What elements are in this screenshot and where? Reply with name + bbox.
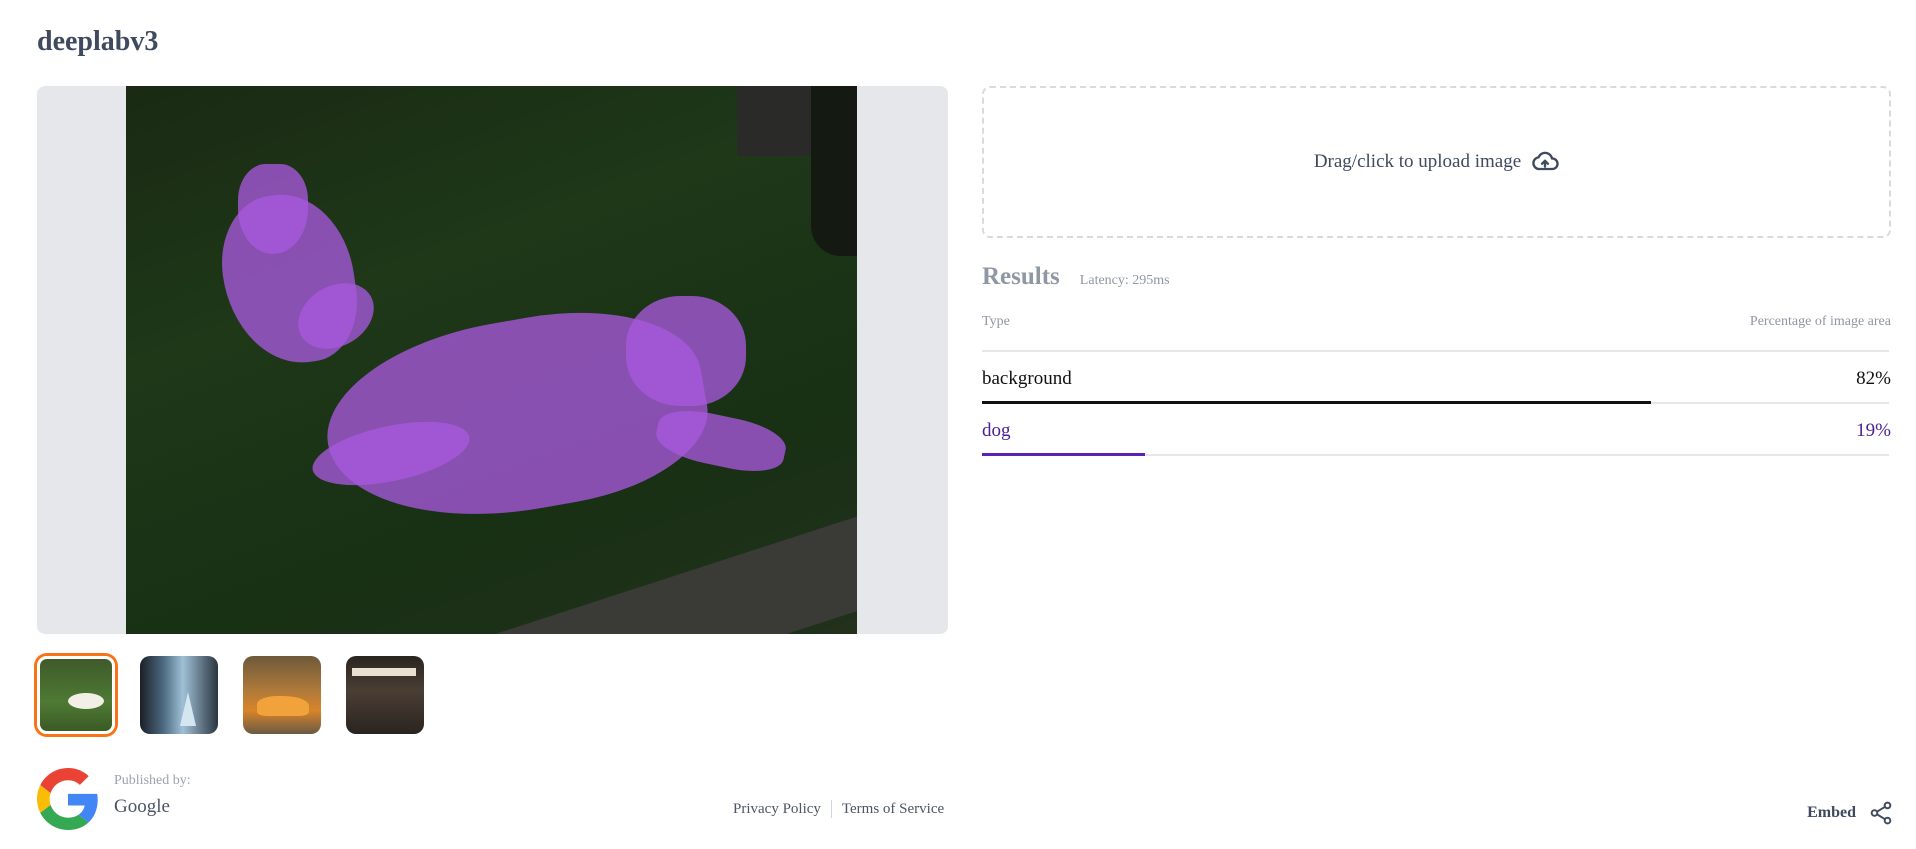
- thumbnail-dogs[interactable]: [37, 656, 115, 734]
- thumbnail-boats[interactable]: [140, 656, 218, 734]
- sample-thumbnails: [37, 656, 424, 734]
- link-divider: [830, 800, 832, 818]
- thumbnail-restaurant[interactable]: [346, 656, 424, 734]
- result-row: dog 19%: [982, 404, 1891, 456]
- segmentation-image: [126, 86, 857, 634]
- result-bar-fill: [982, 453, 1145, 456]
- result-image-panel: [37, 86, 948, 634]
- column-header-percentage: Percentage of image area: [1749, 314, 1891, 329]
- publisher-name: Google: [114, 796, 170, 817]
- footer-links: Privacy Policy Terms of Service: [733, 800, 944, 818]
- dog-mask: [238, 164, 308, 254]
- page-title: deeplabv3: [37, 26, 159, 57]
- terms-of-service-link[interactable]: Terms of Service: [842, 801, 944, 818]
- result-type: background: [982, 368, 1072, 389]
- result-percentage: 19%: [1856, 420, 1891, 441]
- embed-label: Embed: [1807, 804, 1856, 821]
- thumbnail-car[interactable]: [243, 656, 321, 734]
- privacy-policy-link[interactable]: Privacy Policy: [733, 801, 821, 818]
- results-header: Results Latency: 295ms: [982, 263, 1170, 291]
- upload-label: Drag/click to upload image: [1313, 151, 1522, 172]
- column-header-type: Type: [982, 314, 1010, 329]
- upload-dropzone[interactable]: Drag/click to upload image: [982, 86, 1891, 238]
- published-by-label: Published by:: [114, 773, 191, 788]
- dog-mask: [652, 403, 790, 479]
- share-icon: [1870, 801, 1892, 825]
- upload-cloud-icon: [1532, 151, 1559, 171]
- dog-mask: [626, 296, 746, 406]
- latency-label: Latency: 295ms: [1079, 273, 1170, 288]
- result-type: dog: [982, 420, 1011, 441]
- google-logo-icon: [37, 768, 98, 830]
- embed-button[interactable]: Embed: [1807, 800, 1894, 826]
- result-percentage: 82%: [1856, 368, 1891, 389]
- results-title: Results: [982, 263, 1060, 290]
- result-row: background 82%: [982, 352, 1891, 404]
